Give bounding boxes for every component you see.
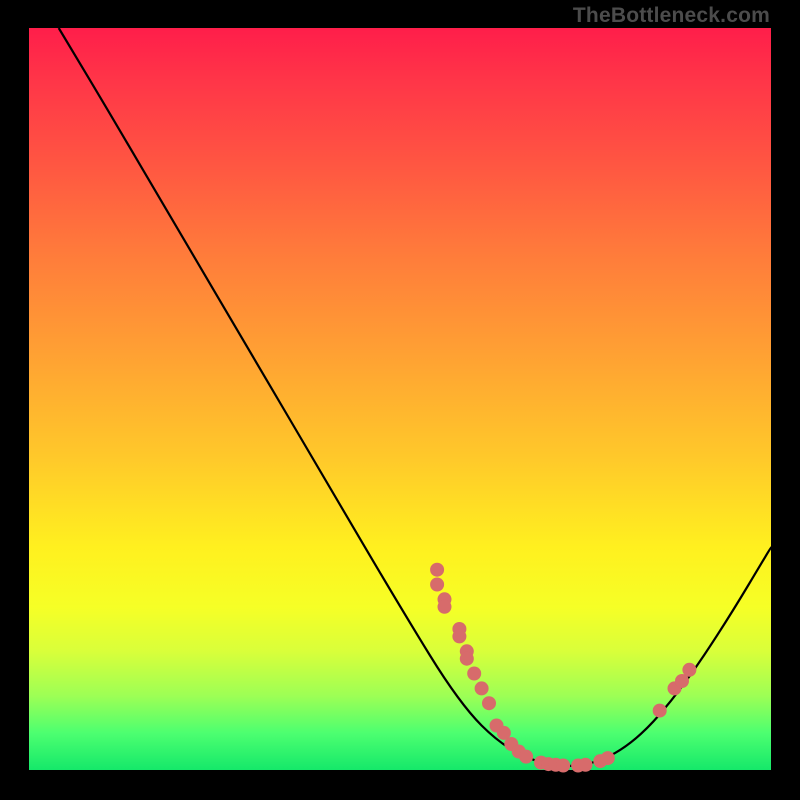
data-point: [467, 667, 481, 681]
data-point: [475, 681, 489, 695]
chart-stage: TheBottleneck.com: [0, 0, 800, 800]
bottleneck-curve: [59, 28, 771, 766]
curve-layer: [29, 28, 771, 770]
data-point: [682, 663, 696, 677]
data-point: [452, 629, 466, 643]
watermark-text: TheBottleneck.com: [573, 4, 770, 28]
data-point: [482, 696, 496, 710]
data-point: [430, 563, 444, 577]
plot-area: [29, 28, 771, 770]
data-point: [579, 758, 593, 772]
data-point: [460, 652, 474, 666]
data-point: [438, 600, 452, 614]
data-points: [430, 563, 696, 773]
data-point: [430, 578, 444, 592]
data-point: [653, 704, 667, 718]
data-point: [556, 759, 570, 773]
data-point: [601, 751, 615, 765]
data-point: [519, 750, 533, 764]
